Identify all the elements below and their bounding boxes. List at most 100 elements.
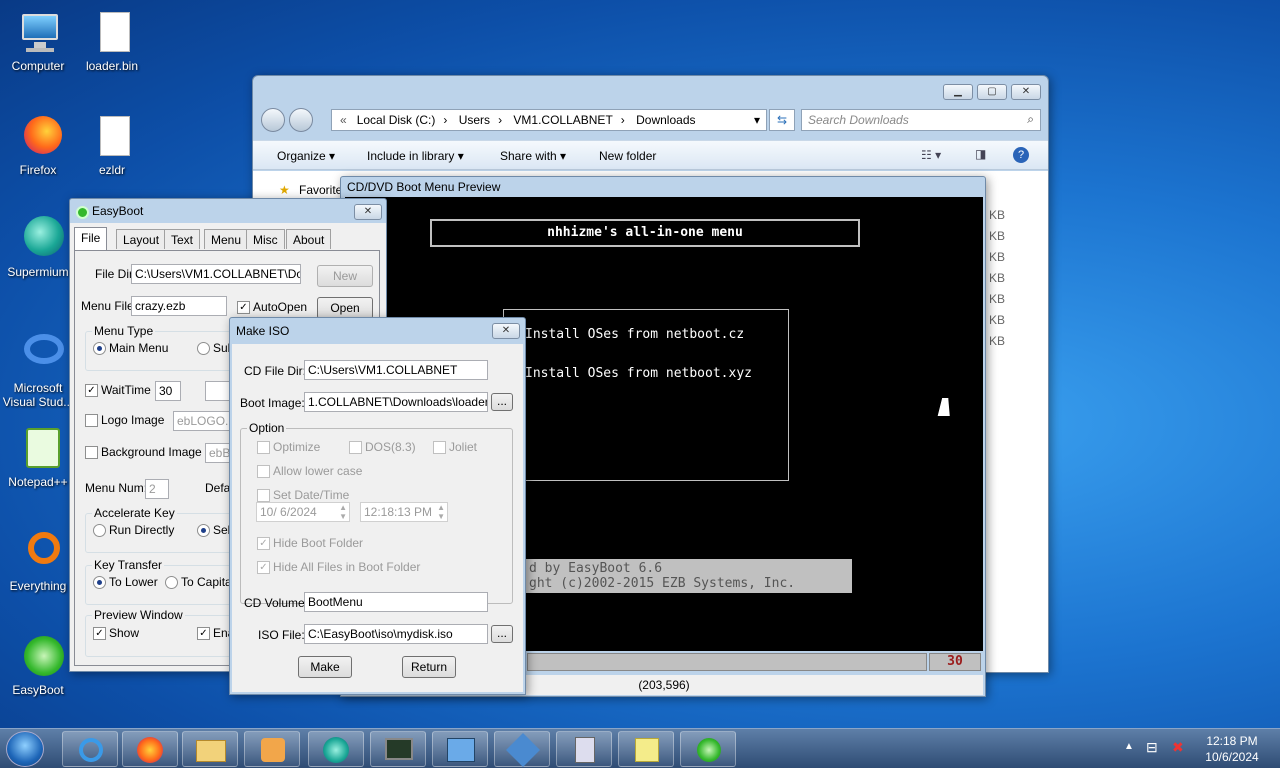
breadcrumb-users[interactable]: Users bbox=[459, 113, 490, 127]
run-directly-radio[interactable] bbox=[93, 524, 106, 537]
taskbar-media-player-icon[interactable] bbox=[244, 731, 300, 767]
allow-lower-case-checkbox[interactable] bbox=[257, 465, 270, 478]
refresh-icon[interactable]: ⇆ bbox=[769, 109, 795, 131]
show-checkbox[interactable]: ✓ bbox=[93, 627, 106, 640]
cd-volume-input[interactable]: BootMenu bbox=[304, 592, 488, 612]
tab-misc[interactable]: Misc bbox=[246, 229, 285, 249]
desktop-icon-computer[interactable]: Computer bbox=[0, 8, 76, 73]
breadcrumb-local-disk[interactable]: Local Disk (C:) bbox=[357, 113, 436, 127]
close-button[interactable]: ✕ bbox=[492, 323, 520, 339]
time-input[interactable]: 12:18:13 PM ▲ ▼ bbox=[360, 502, 448, 522]
waittime-input[interactable]: 30 bbox=[155, 381, 181, 401]
desktop-icon-visual-studio[interactable]: Microsoft Visual Stud... bbox=[0, 330, 76, 409]
file-dir-input[interactable]: C:\Users\VM1.COLLABNET\Down bbox=[131, 264, 301, 284]
enable-checkbox[interactable]: ✓ bbox=[197, 627, 210, 640]
taskbar-ie-icon[interactable] bbox=[62, 731, 118, 767]
tab-layout[interactable]: Layout bbox=[116, 229, 167, 249]
menu-num-label: Menu Num: bbox=[85, 481, 148, 495]
back-button[interactable] bbox=[261, 108, 285, 132]
taskbar-virtualbox-icon[interactable] bbox=[494, 731, 550, 767]
desktop-icon-supermium[interactable]: Supermium bbox=[0, 214, 76, 279]
minimize-button[interactable]: ▁ bbox=[943, 84, 973, 100]
desktop-icon-easyboot[interactable]: EasyBoot bbox=[0, 632, 76, 697]
tab-about[interactable]: About bbox=[286, 229, 332, 249]
select-radio[interactable] bbox=[197, 524, 210, 537]
main-menu-radio[interactable] bbox=[93, 342, 106, 355]
background-image-label: Background Image bbox=[101, 445, 202, 459]
taskbar-control-panel-icon[interactable] bbox=[432, 731, 488, 767]
desktop-icon-notepad-plus-plus[interactable]: Notepad++ bbox=[0, 424, 76, 489]
hide-boot-folder-checkbox[interactable]: ✓ bbox=[257, 537, 270, 550]
forward-button[interactable] bbox=[289, 108, 313, 132]
network-icon[interactable]: ⊟ bbox=[1146, 739, 1158, 756]
favorites-star-icon: ★ bbox=[279, 183, 290, 197]
taskbar-sticky-notes-icon[interactable] bbox=[618, 731, 674, 767]
logo-image-checkbox[interactable] bbox=[85, 414, 98, 427]
taskbar-calculator-icon[interactable] bbox=[556, 731, 612, 767]
taskbar-easyboot-icon[interactable] bbox=[680, 731, 736, 767]
include-in-library-button[interactable]: Include in library ▾ bbox=[367, 149, 464, 163]
cd-file-dir-input[interactable]: C:\Users\VM1.COLLABNET bbox=[304, 360, 488, 380]
date-input[interactable]: 10/ 6/2024 ▲ ▼ bbox=[256, 502, 350, 522]
menu-file-input[interactable]: crazy.ezb bbox=[131, 296, 227, 316]
taskbar-task-manager-icon[interactable] bbox=[370, 731, 426, 767]
joliet-checkbox[interactable] bbox=[433, 441, 446, 454]
open-button[interactable]: Open bbox=[317, 297, 373, 319]
maximize-button[interactable]: ▢ bbox=[977, 84, 1007, 100]
volume-muted-icon[interactable]: ✖ bbox=[1172, 739, 1184, 756]
desktop-icon-everything[interactable]: Everything bbox=[0, 528, 76, 593]
preview-pane-icon[interactable]: ◨ bbox=[975, 147, 986, 161]
new-folder-button[interactable]: New folder bbox=[599, 149, 656, 163]
return-button[interactable]: Return bbox=[402, 656, 456, 678]
desktop-icon-label: ezldr bbox=[98, 163, 125, 177]
set-date-time-checkbox[interactable] bbox=[257, 489, 270, 502]
sub-menu-radio[interactable] bbox=[197, 342, 210, 355]
logo-image-input[interactable]: ebLOGO.BI bbox=[173, 411, 233, 431]
optimize-checkbox[interactable] bbox=[257, 441, 270, 454]
menu-num-input[interactable]: 2 bbox=[145, 479, 169, 499]
breadcrumb-vm1[interactable]: VM1.COLLABNET bbox=[513, 113, 612, 127]
taskbar-firefox-icon[interactable] bbox=[122, 731, 178, 767]
tab-file[interactable]: File bbox=[74, 227, 108, 251]
background-image-checkbox[interactable] bbox=[85, 446, 98, 459]
desktop-icon-ezldr[interactable]: ezldr bbox=[74, 112, 150, 177]
clock[interactable]: 12:18 PM 10/6/2024 bbox=[1194, 733, 1270, 765]
spinner-icon[interactable]: ▲ ▼ bbox=[437, 503, 445, 521]
make-button[interactable]: Make bbox=[298, 656, 352, 678]
share-with-button[interactable]: Share with ▾ bbox=[500, 149, 566, 163]
boot-menu-item[interactable]: Install OSes from netboot.xyz bbox=[525, 366, 752, 381]
taskbar-supermium-icon[interactable] bbox=[308, 731, 364, 767]
view-options-icon[interactable]: ☷ ▾ bbox=[921, 148, 941, 162]
to-lower-radio[interactable] bbox=[93, 576, 106, 589]
close-button[interactable]: ✕ bbox=[1011, 84, 1041, 100]
chevron-down-icon[interactable]: ▾ bbox=[754, 113, 760, 127]
breadcrumb-downloads[interactable]: Downloads bbox=[636, 113, 695, 127]
autoopen-checkbox[interactable]: ✓ bbox=[237, 301, 250, 314]
spinner-icon[interactable]: ▲ ▼ bbox=[339, 503, 347, 521]
desktop-icon-firefox[interactable]: Firefox bbox=[0, 112, 76, 177]
tab-menu[interactable]: Menu bbox=[204, 229, 249, 249]
iso-file-browse-button[interactable]: ... bbox=[491, 625, 513, 643]
taskbar-explorer-icon[interactable] bbox=[182, 731, 238, 767]
boot-image-browse-button[interactable]: ... bbox=[491, 393, 513, 411]
search-placeholder: Search Downloads bbox=[808, 113, 909, 127]
iso-file-input[interactable]: C:\EasyBoot\iso\mydisk.iso bbox=[304, 624, 488, 644]
address-bar[interactable]: « Local Disk (C:) › Users › VM1.COLLABNET ›… bbox=[331, 109, 767, 131]
help-icon[interactable]: ? bbox=[1013, 147, 1029, 163]
new-button[interactable]: New bbox=[317, 265, 373, 287]
organize-button[interactable]: Organize ▾ bbox=[277, 149, 335, 163]
desktop-icon-loader-bin[interactable]: loader.bin bbox=[74, 8, 150, 73]
boot-image-input[interactable]: 1.COLLABNET\Downloads\loader.bin bbox=[304, 392, 488, 412]
to-capital-radio[interactable] bbox=[165, 576, 178, 589]
show-hidden-icons-button[interactable]: ▲ bbox=[1124, 741, 1134, 752]
waittime-checkbox[interactable]: ✓ bbox=[85, 384, 98, 397]
search-input[interactable]: Search Downloads ⌕ bbox=[801, 109, 1041, 131]
easyboot-icon bbox=[76, 206, 89, 219]
tab-text[interactable]: Text bbox=[164, 229, 201, 249]
boot-menu-item[interactable]: Install OSes from netboot.cz bbox=[525, 327, 744, 342]
dos83-checkbox[interactable] bbox=[349, 441, 362, 454]
to-lower-label: To Lower bbox=[109, 575, 158, 589]
hide-all-files-checkbox[interactable]: ✓ bbox=[257, 561, 270, 574]
close-button[interactable]: ✕ bbox=[354, 204, 382, 220]
start-button[interactable] bbox=[6, 731, 44, 767]
